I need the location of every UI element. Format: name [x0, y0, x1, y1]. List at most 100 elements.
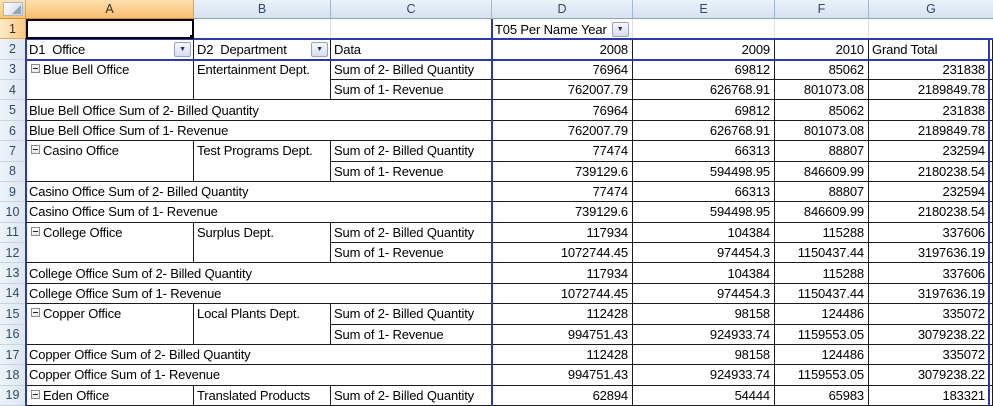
- select-all-corner[interactable]: [0, 0, 26, 19]
- subtotal-value-cell[interactable]: 104384: [633, 263, 775, 284]
- subtotal-value-cell[interactable]: 1072744.45: [492, 283, 633, 305]
- row-header-19[interactable]: 19: [0, 385, 26, 406]
- value-cell[interactable]: 2180238.54: [869, 161, 993, 182]
- subtotal-value-cell[interactable]: 124486: [775, 344, 869, 366]
- value-cell[interactable]: 65983: [775, 385, 869, 406]
- row-header-5[interactable]: 5: [0, 100, 26, 121]
- row-header-9[interactable]: 9: [0, 181, 26, 203]
- collapse-minus-icon[interactable]: [31, 226, 40, 236]
- subtotal-value-cell[interactable]: 739129.6: [492, 202, 633, 223]
- subtotal-value-cell[interactable]: 846609.99: [775, 202, 869, 223]
- cell-f1[interactable]: [775, 19, 869, 40]
- office-cell[interactable]: Blue Bell Office: [26, 59, 194, 101]
- grand-total-header[interactable]: Grand Total: [869, 39, 993, 60]
- subtotal-label-cell[interactable]: College Office Sum of 1- Revenue: [26, 283, 492, 305]
- subtotal-value-cell[interactable]: 994751.43: [492, 365, 633, 386]
- value-cell[interactable]: 594498.95: [633, 161, 775, 182]
- value-cell[interactable]: 112428: [492, 304, 633, 325]
- subtotal-label-cell[interactable]: Casino Office Sum of 1- Revenue: [26, 202, 492, 223]
- office-cell[interactable]: Casino Office: [26, 141, 194, 182]
- field-department-cell[interactable]: D2 Department ▼: [194, 39, 331, 60]
- measure-label-cell[interactable]: Sum of 1- Revenue: [331, 243, 492, 264]
- value-cell[interactable]: 1150437.44: [775, 243, 869, 264]
- subtotal-value-cell[interactable]: 112428: [492, 344, 633, 366]
- fill-handle[interactable]: [189, 34, 192, 38]
- subtotal-value-cell[interactable]: 115288: [775, 263, 869, 284]
- value-cell[interactable]: 2189849.78: [869, 80, 993, 101]
- value-cell[interactable]: 66313: [633, 141, 775, 162]
- row-header-15[interactable]: 15: [0, 304, 26, 325]
- value-cell[interactable]: 85062: [775, 59, 869, 81]
- subtotal-value-cell[interactable]: 762007.79: [492, 120, 633, 142]
- subtotal-label-cell[interactable]: Blue Bell Office Sum of 1- Revenue: [26, 120, 492, 142]
- value-cell[interactable]: 124486: [775, 304, 869, 325]
- column-header-e[interactable]: E: [633, 0, 775, 19]
- subtotal-value-cell[interactable]: 1159553.05: [775, 365, 869, 386]
- subtotal-label-cell[interactable]: Copper Office Sum of 2- Billed Quantity: [26, 344, 492, 366]
- column-header-d[interactable]: D: [492, 0, 633, 19]
- row-header-8[interactable]: 8: [0, 161, 26, 182]
- value-cell[interactable]: 77474: [492, 141, 633, 162]
- value-cell[interactable]: 62894: [492, 385, 633, 406]
- value-cell[interactable]: 974454.3: [633, 243, 775, 264]
- measure-label-cell[interactable]: Sum of 1- Revenue: [331, 324, 492, 345]
- subtotal-value-cell[interactable]: 231838: [869, 100, 993, 121]
- cell-g1[interactable]: [869, 19, 993, 40]
- value-cell[interactable]: 232594: [869, 141, 993, 162]
- row-header-6[interactable]: 6: [0, 120, 26, 142]
- measure-label-cell[interactable]: Sum of 2- Billed Quantity: [331, 385, 492, 406]
- column-header-f[interactable]: F: [775, 0, 869, 19]
- subtotal-value-cell[interactable]: 77474: [492, 181, 633, 203]
- subtotal-value-cell[interactable]: 974454.3: [633, 283, 775, 305]
- value-cell[interactable]: 3197636.19: [869, 243, 993, 264]
- value-cell[interactable]: 88807: [775, 141, 869, 162]
- value-cell[interactable]: 846609.99: [775, 161, 869, 182]
- subtotal-label-cell[interactable]: Blue Bell Office Sum of 2- Billed Quanti…: [26, 100, 492, 121]
- office-cell[interactable]: College Office: [26, 222, 194, 264]
- row-header-14[interactable]: 14: [0, 283, 26, 305]
- subtotal-value-cell[interactable]: 98158: [633, 344, 775, 366]
- subtotal-value-cell[interactable]: 924933.74: [633, 365, 775, 386]
- value-cell[interactable]: 1072744.45: [492, 243, 633, 264]
- row-header-10[interactable]: 10: [0, 202, 26, 223]
- value-cell[interactable]: 335072: [869, 304, 993, 325]
- row-header-12[interactable]: 12: [0, 243, 26, 264]
- measure-label-cell[interactable]: Sum of 2- Billed Quantity: [331, 304, 492, 325]
- row-header-18[interactable]: 18: [0, 365, 26, 386]
- row-header-16[interactable]: 16: [0, 324, 26, 345]
- field-data-cell[interactable]: Data: [331, 39, 492, 60]
- value-cell[interactable]: 626768.91: [633, 80, 775, 101]
- value-cell[interactable]: 231838: [869, 59, 993, 81]
- value-cell[interactable]: 3079238.22: [869, 324, 993, 345]
- office-filter-dropdown-icon[interactable]: ▼: [174, 41, 191, 57]
- value-cell[interactable]: 69812: [633, 59, 775, 81]
- measure-label-cell[interactable]: Sum of 2- Billed Quantity: [331, 59, 492, 81]
- value-cell[interactable]: 115288: [775, 222, 869, 244]
- value-cell[interactable]: 801073.08: [775, 80, 869, 101]
- value-cell[interactable]: 54444: [633, 385, 775, 406]
- measure-label-cell[interactable]: Sum of 2- Billed Quantity: [331, 222, 492, 244]
- value-cell[interactable]: 762007.79: [492, 80, 633, 101]
- subtotal-value-cell[interactable]: 335072: [869, 344, 993, 366]
- subtotal-value-cell[interactable]: 801073.08: [775, 120, 869, 142]
- row-header-7[interactable]: 7: [0, 141, 26, 162]
- collapse-minus-icon[interactable]: [31, 145, 40, 155]
- field-office-cell[interactable]: D1 Office ▼: [26, 39, 194, 60]
- value-cell[interactable]: 739129.6: [492, 161, 633, 182]
- office-cell[interactable]: Eden Office: [26, 385, 194, 406]
- department-cell[interactable]: Local Plants Dept.: [194, 304, 331, 345]
- department-filter-dropdown-icon[interactable]: ▼: [311, 41, 328, 57]
- value-cell[interactable]: 104384: [633, 222, 775, 244]
- active-cell-a1[interactable]: [26, 19, 194, 40]
- column-header-a[interactable]: A: [26, 0, 194, 19]
- collapse-minus-icon[interactable]: [31, 308, 40, 318]
- subtotal-label-cell[interactable]: Casino Office Sum of 2- Billed Quantity: [26, 181, 492, 203]
- value-cell[interactable]: 117934: [492, 222, 633, 244]
- collapse-minus-icon[interactable]: [31, 389, 40, 399]
- row-header-1[interactable]: 1: [0, 19, 26, 40]
- year-2008-header[interactable]: 2008: [492, 39, 633, 60]
- cell-e1[interactable]: [633, 19, 775, 40]
- row-header-11[interactable]: 11: [0, 222, 26, 244]
- subtotal-value-cell[interactable]: 117934: [492, 263, 633, 284]
- subtotal-value-cell[interactable]: 1150437.44: [775, 283, 869, 305]
